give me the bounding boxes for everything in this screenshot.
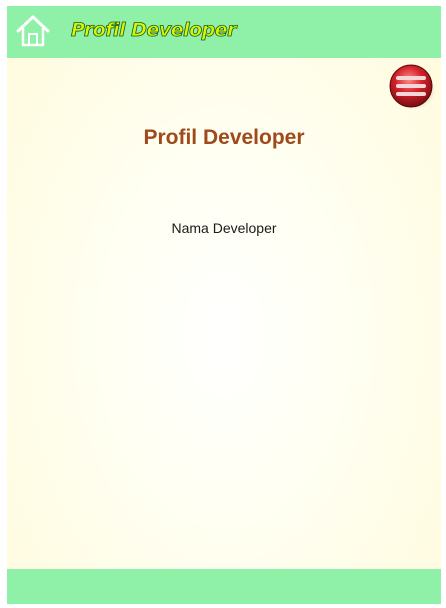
menu-button[interactable] bbox=[385, 60, 437, 112]
app-title: Profil Developer bbox=[71, 19, 237, 42]
bottom-bar bbox=[7, 569, 441, 604]
home-icon bbox=[16, 15, 50, 47]
top-bar: Profil Developer bbox=[7, 6, 441, 58]
app-screen: Profil Developer Profil Developer Nama D… bbox=[7, 6, 441, 604]
home-button[interactable] bbox=[15, 11, 51, 49]
developer-name: Nama Developer bbox=[171, 220, 277, 236]
page-title: Profil Developer bbox=[143, 126, 305, 149]
menu-icon bbox=[389, 64, 436, 110]
